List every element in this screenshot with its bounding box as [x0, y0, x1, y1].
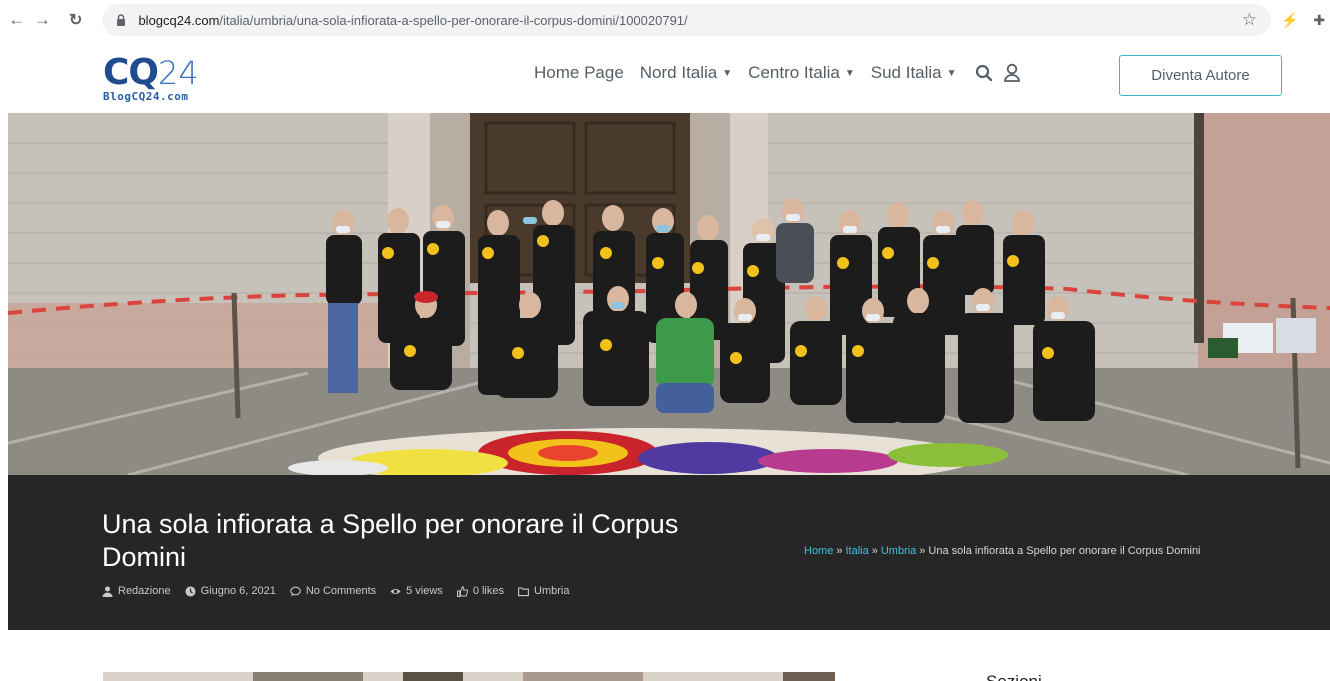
lightning-icon[interactable]: ⚡: [1279, 9, 1300, 31]
meta-views-label: 5 views: [406, 585, 443, 597]
nav-sud-italia[interactable]: Sud Italia ▼: [871, 63, 957, 83]
puzzle-icon[interactable]: ✚: [1309, 9, 1330, 31]
nav-home-page-label: Home Page: [534, 63, 624, 82]
url-domain: blogcq24.com: [138, 12, 220, 28]
nav-centro-italia[interactable]: Centro Italia ▼: [748, 63, 855, 83]
chevron-down-icon: ▼: [946, 67, 957, 79]
logo-wordmark: CQ24: [103, 52, 199, 93]
become-author-button[interactable]: Diventa Autore: [1119, 55, 1282, 96]
chevron-down-icon: ▼: [844, 67, 855, 79]
meta-likes[interactable]: 0 likes: [456, 585, 504, 597]
post-title-band: Una sola infiorata a Spello per onorare …: [8, 475, 1330, 630]
meta-views: 5 views: [390, 585, 443, 597]
meta-author-label: Redazione: [118, 585, 171, 597]
logo-number: 24: [158, 54, 199, 92]
bookmark-star-icon[interactable]: ☆: [1242, 10, 1257, 30]
article-image: [103, 670, 835, 681]
nav-sud-italia-label: Sud Italia: [870, 63, 942, 82]
post-meta: Redazione Giugno 6, 2021 No Comments 5 v…: [102, 585, 583, 597]
site-logo[interactable]: CQ24 BlogCQ24.com: [103, 52, 233, 103]
nav-centro-italia-label: Centro Italia: [748, 63, 840, 82]
breadcrumb-home[interactable]: Home: [804, 545, 833, 557]
site-header: CQ24 BlogCQ24.com Home Page Nord Italia ▼…: [0, 40, 1330, 112]
breadcrumb-umbria[interactable]: Umbria: [881, 545, 916, 557]
nav-nord-italia-label: Nord Italia: [639, 63, 718, 82]
eye-icon: [390, 588, 401, 594]
meta-date: Giugno 6, 2021: [185, 585, 276, 597]
back-arrow-icon[interactable]: ←: [6, 9, 27, 31]
user-icon[interactable]: [1001, 62, 1023, 84]
meta-author[interactable]: Redazione: [102, 585, 171, 597]
reload-icon[interactable]: ↻: [65, 9, 86, 31]
url-text: blogcq24.com/italia/umbria/una-sola-infi…: [138, 13, 687, 28]
meta-comments[interactable]: No Comments: [290, 585, 376, 597]
content-area: Sezioni: [8, 630, 1330, 681]
nav-nord-italia[interactable]: Nord Italia ▼: [640, 63, 732, 83]
user-icon: [102, 586, 113, 597]
meta-comments-label: No Comments: [305, 585, 377, 597]
forward-arrow-icon[interactable]: →: [31, 9, 52, 31]
breadcrumb-separator: »: [871, 545, 878, 557]
url-path: /italia/umbria/una-sola-infiorata-a-spel…: [219, 12, 688, 28]
breadcrumb-separator: »: [919, 545, 926, 557]
hero-photo-illustration: [8, 113, 1330, 475]
sidebar-heading: Sezioni: [986, 670, 1042, 681]
thumbs-up-icon: [456, 585, 468, 597]
folder-icon: [518, 586, 529, 596]
browser-toolbar: ← → ↻ blogcq24.com/italia/umbria/una-sol…: [0, 0, 1330, 40]
comment-icon: [290, 586, 301, 596]
breadcrumb-current: Una sola infiorata a Spello per onorare …: [928, 545, 1201, 557]
main-nav: Home Page Nord Italia ▼ Centro Italia ▼ Su…: [534, 62, 1029, 84]
breadcrumb-italia[interactable]: Italia: [845, 545, 868, 557]
meta-likes-label: 0 likes: [472, 585, 504, 597]
meta-date-label: Giugno 6, 2021: [200, 585, 276, 597]
breadcrumb-separator: »: [836, 545, 843, 557]
meta-category-label: Umbria: [534, 585, 570, 597]
hero-image: [8, 113, 1330, 475]
chevron-down-icon: ▼: [722, 67, 733, 79]
lock-icon: [117, 14, 126, 26]
nav-home-page[interactable]: Home Page: [534, 63, 624, 83]
logo-subtitle: BlogCQ24.com: [103, 90, 189, 103]
address-bar[interactable]: blogcq24.com/italia/umbria/una-sola-infi…: [102, 4, 1272, 36]
breadcrumb: Home» Italia» Umbria» Una sola infiorata a …: [804, 545, 1201, 557]
logo-cq: CQ: [103, 52, 159, 93]
post-title: Una sola infiorata a Spello per onorare …: [102, 509, 679, 572]
clock-icon: [185, 586, 196, 596]
search-icon[interactable]: [973, 62, 995, 84]
meta-category[interactable]: Umbria: [518, 585, 569, 597]
